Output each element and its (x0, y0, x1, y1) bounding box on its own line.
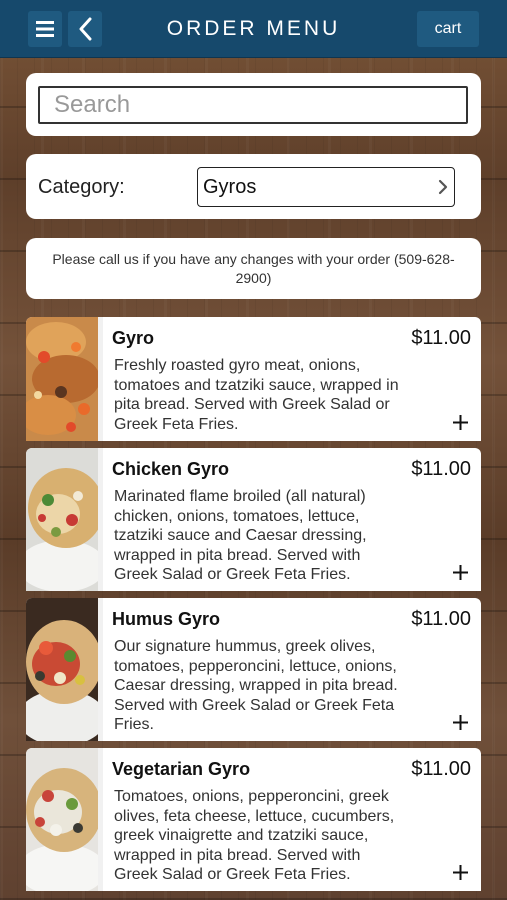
food-photo (26, 598, 98, 741)
menu-item-list: Gyro $11.00 Freshly roasted gyro meat, o… (26, 317, 481, 898)
food-photo (26, 448, 98, 591)
notice-card: Please call us if you have any changes w… (26, 238, 481, 299)
item-name: Gyro (112, 328, 155, 348)
top-app-bar: ORDER MENU cart (0, 0, 507, 58)
item-name: Humus Gyro (112, 609, 221, 629)
menu-item-chicken-gyro[interactable]: Chicken Gyro $11.00 Marinated flame broi… (26, 448, 481, 591)
add-icon[interactable] (452, 414, 469, 431)
menu-item-gyro[interactable]: Gyro $11.00 Freshly roasted gyro meat, o… (26, 317, 481, 441)
search-card (26, 73, 481, 136)
add-icon[interactable] (452, 864, 469, 881)
menu-item-vegetarian-gyro[interactable]: Vegetarian Gyro $11.00 Tomatoes, onions,… (26, 748, 481, 891)
item-description: Tomatoes, onions, pepperoncini, greek ol… (114, 788, 395, 884)
notice-text: Please call us if you have any changes w… (52, 251, 455, 286)
chevron-right-icon (438, 179, 448, 195)
food-photo (26, 317, 98, 441)
category-select[interactable]: Gyros (197, 167, 455, 207)
item-name: Chicken Gyro (112, 459, 230, 479)
item-description: Our signature hummus, greek olives, toma… (114, 638, 398, 734)
item-price: $11.00 (411, 327, 471, 349)
menu-item-humus-gyro[interactable]: Humus Gyro $11.00 Our signature hummus, … (26, 598, 481, 741)
item-description: Marinated flame broiled (all natural) ch… (114, 488, 367, 584)
category-selected-value: Gyros (203, 176, 257, 198)
item-price: $11.00 (411, 758, 471, 780)
category-label: Category: (38, 176, 125, 198)
item-price: $11.00 (411, 608, 471, 630)
food-photo (26, 748, 98, 891)
item-description: Freshly roasted gyro meat, onions, tomat… (114, 357, 399, 433)
add-icon[interactable] (452, 564, 469, 581)
add-icon[interactable] (452, 714, 469, 731)
search-input[interactable] (38, 86, 468, 124)
item-price: $11.00 (411, 458, 471, 480)
item-name: Vegetarian Gyro (112, 759, 251, 779)
cart-button[interactable]: cart (417, 11, 479, 47)
category-card: Category: Gyros (26, 154, 481, 219)
